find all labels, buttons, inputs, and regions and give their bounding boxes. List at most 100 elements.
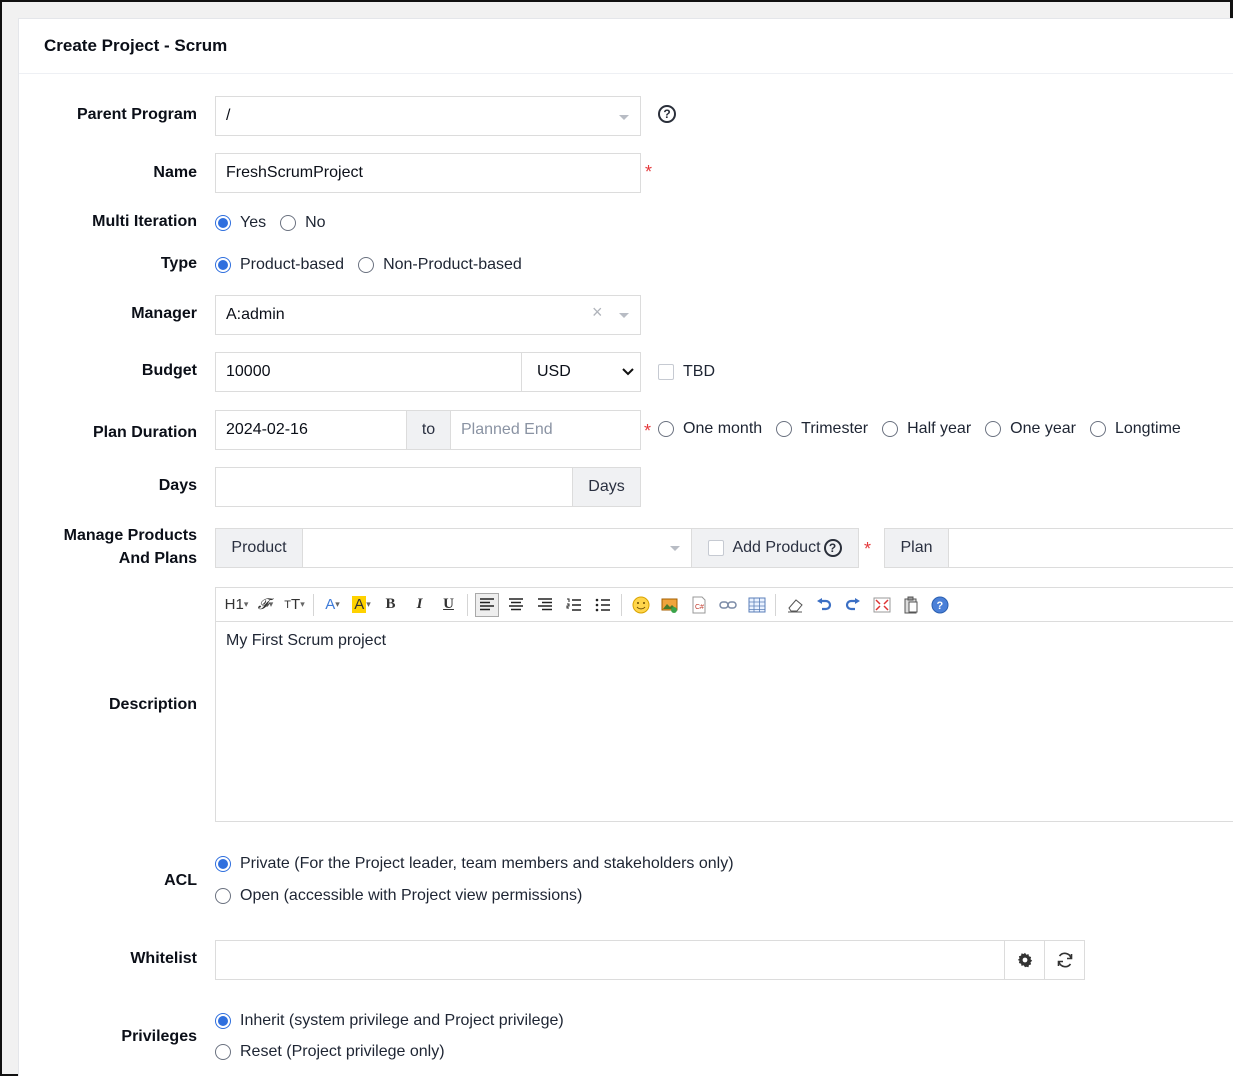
ordered-list-icon[interactable]	[562, 593, 586, 617]
radio-label: Half year	[907, 420, 972, 437]
radio-unchecked-icon[interactable]	[358, 257, 375, 273]
radio-checked-icon[interactable]	[215, 215, 231, 231]
preset-one-year[interactable]: One year	[985, 420, 1076, 438]
align-center-icon[interactable]	[504, 593, 528, 617]
italic-icon[interactable]: I	[408, 593, 432, 617]
description-editor: H1 ▾ 𝓕 ▾ T T ▾ A ▾ A ▾ B I U C# ? My Fir…	[215, 587, 1233, 822]
plan-begin-input[interactable]: 2024-02-16	[215, 410, 407, 450]
help-icon[interactable]: ?	[658, 105, 676, 123]
chevron-down-icon	[619, 313, 629, 318]
code-icon[interactable]: C#	[687, 593, 711, 617]
radio-label: Inherit (system privilege and Project pr…	[240, 1012, 564, 1029]
checkbox-icon[interactable]	[658, 364, 674, 380]
toolbar-divider	[621, 593, 622, 616]
radio-unchecked-icon[interactable]	[776, 421, 793, 437]
image-icon[interactable]	[658, 593, 682, 617]
required-marker: *	[864, 539, 872, 559]
plan-select[interactable]	[948, 528, 1233, 568]
create-project-card: Create Project - Scrum Parent Program / …	[18, 18, 1233, 1076]
plan-duration-label: Plan Duration	[92, 424, 197, 441]
product-select[interactable]	[302, 528, 692, 568]
radio-unchecked-icon[interactable]	[280, 215, 297, 231]
multi-iteration-radio-group: Yes No	[215, 214, 340, 232]
whitelist-settings-button[interactable]	[1004, 940, 1045, 980]
days-label: Days	[158, 477, 197, 494]
radio-label: Private (For the Project leader, team me…	[240, 855, 734, 872]
radio-checked-icon[interactable]	[215, 856, 231, 872]
privileges-reset[interactable]: Reset (Project privilege only)	[215, 1043, 445, 1061]
add-product-label: Add Product	[732, 539, 821, 556]
manager-value: A:admin	[226, 306, 285, 323]
radio-label: Yes	[240, 214, 267, 231]
paste-icon[interactable]	[899, 593, 923, 617]
radio-unchecked-icon[interactable]	[1089, 421, 1106, 437]
preset-half-year[interactable]: Half year	[882, 420, 971, 438]
parent-program-select[interactable]: /	[215, 96, 641, 136]
type-product-based[interactable]: Product-based	[215, 256, 344, 274]
heading-icon[interactable]: H1 ▾	[225, 593, 249, 617]
chevron-down-icon	[622, 368, 634, 376]
radio-checked-icon[interactable]	[215, 1013, 231, 1029]
checkbox-icon[interactable]	[708, 540, 725, 556]
description-label: Description	[108, 696, 197, 713]
align-right-icon[interactable]	[533, 593, 557, 617]
page-title: Create Project - Scrum	[44, 36, 228, 55]
editor-content[interactable]: My First Scrum project	[216, 622, 1233, 660]
eraser-icon[interactable]	[783, 593, 807, 617]
multi-iteration-no[interactable]: No	[280, 214, 326, 232]
preset-longtime[interactable]: Longtime	[1089, 420, 1181, 438]
svg-text:C#: C#	[695, 604, 704, 611]
radio-unchecked-icon[interactable]	[215, 1044, 231, 1060]
currency-value: USD	[537, 363, 571, 380]
chevron-down-icon	[670, 546, 680, 551]
help-icon[interactable]: ?	[928, 593, 952, 617]
acl-private[interactable]: Private (For the Project leader, team me…	[215, 855, 734, 873]
align-left-icon[interactable]	[474, 592, 499, 617]
privileges-inherit[interactable]: Inherit (system privilege and Project pr…	[215, 1012, 564, 1030]
radio-label: One month	[683, 420, 763, 437]
fullscreen-icon[interactable]	[870, 593, 894, 617]
emoji-icon[interactable]	[629, 593, 653, 617]
highlight-icon[interactable]: A ▾	[350, 593, 374, 617]
budget-input[interactable]: 10000	[215, 352, 522, 392]
acl-open[interactable]: Open (accessible with Project view permi…	[215, 887, 582, 905]
redo-icon[interactable]	[841, 593, 865, 617]
radio-checked-icon[interactable]	[215, 257, 231, 273]
radio-label: Open (accessible with Project view permi…	[240, 887, 583, 904]
manager-select[interactable]: A:admin	[215, 295, 641, 335]
link-icon[interactable]	[716, 593, 740, 617]
preset-one-month[interactable]: One month	[658, 420, 762, 438]
editor-toolbar: H1 ▾ 𝓕 ▾ T T ▾ A ▾ A ▾ B I U C# ?	[216, 588, 1233, 622]
table-icon[interactable]	[745, 593, 769, 617]
radio-unchecked-icon[interactable]	[882, 421, 899, 437]
refresh-icon	[1057, 952, 1072, 968]
unordered-list-icon[interactable]	[591, 593, 615, 617]
underline-icon[interactable]: U	[437, 593, 461, 617]
font-color-icon[interactable]: A ▾	[321, 593, 345, 617]
days-input[interactable]	[215, 467, 573, 507]
bold-icon[interactable]: B	[379, 593, 403, 617]
privileges-label: Privileges	[121, 1028, 197, 1045]
preset-trimester[interactable]: Trimester	[776, 420, 868, 438]
help-icon[interactable]: ?	[823, 539, 842, 557]
product-addon: Product	[215, 528, 303, 568]
radio-label: Longtime	[1114, 420, 1181, 437]
undo-icon[interactable]	[812, 593, 836, 617]
plan-end-input[interactable]: Planned End	[450, 410, 641, 450]
plan-begin-value: 2024-02-16	[226, 421, 308, 438]
clear-icon[interactable]: ×	[592, 302, 603, 323]
svg-text:?: ?	[936, 600, 943, 612]
name-input[interactable]: FreshScrumProject	[215, 153, 641, 193]
tbd-checkbox[interactable]: TBD	[658, 363, 715, 381]
radio-unchecked-icon[interactable]	[215, 888, 231, 904]
radio-unchecked-icon[interactable]	[985, 421, 1002, 437]
type-non-product-based[interactable]: Non-Product-based	[358, 256, 522, 274]
whitelist-select[interactable]	[215, 940, 1005, 980]
font-family-icon[interactable]: 𝓕 ▾	[254, 593, 278, 617]
font-size-icon[interactable]: T T ▾	[283, 593, 307, 617]
add-product-toggle[interactable]: Add Product ?	[691, 528, 859, 568]
duration-presets: One month Trimester Half year One year L…	[658, 420, 1195, 438]
radio-unchecked-icon[interactable]	[658, 421, 674, 437]
whitelist-refresh-button[interactable]	[1044, 940, 1085, 980]
multi-iteration-yes[interactable]: Yes	[215, 214, 266, 232]
